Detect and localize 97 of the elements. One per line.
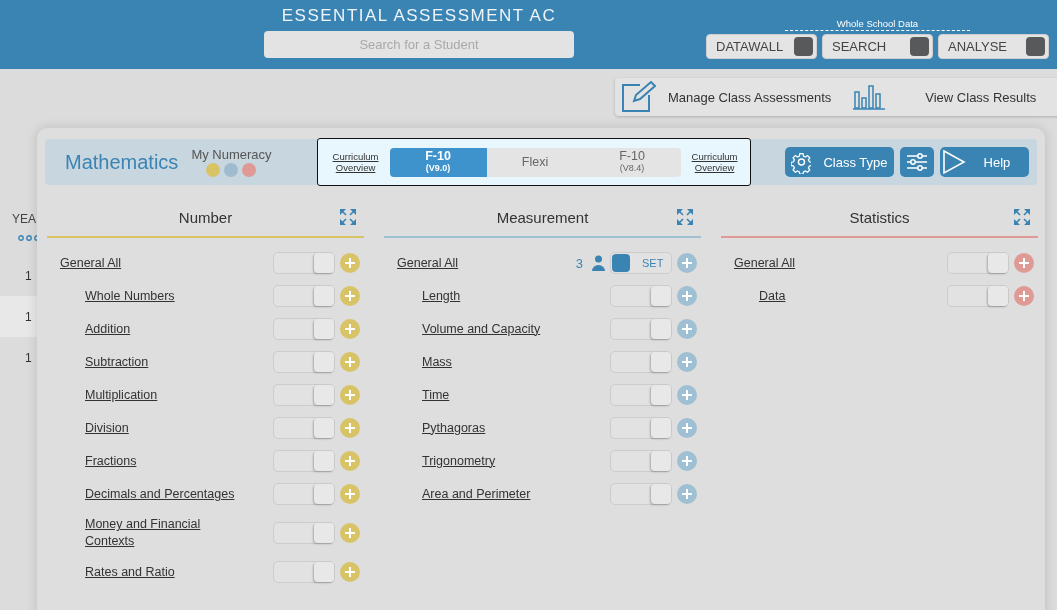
add-icon[interactable] bbox=[340, 385, 360, 405]
topic-link[interactable]: Whole Numbers bbox=[85, 287, 175, 305]
toggle-switch[interactable] bbox=[273, 450, 335, 472]
curriculum-option[interactable]: F-10 (V8.4) bbox=[583, 147, 681, 177]
program-label: My Numeracy bbox=[191, 147, 272, 162]
expand-icon[interactable] bbox=[1014, 209, 1030, 225]
expand-icon[interactable] bbox=[677, 209, 693, 225]
add-icon[interactable] bbox=[340, 352, 360, 372]
toggle-button[interactable]: DATAWALL bbox=[706, 34, 817, 59]
gear-icon bbox=[790, 150, 812, 174]
table-cell: 1 bbox=[25, 309, 32, 324]
whole-school-data-label: Whole School Data bbox=[784, 18, 971, 31]
add-icon[interactable] bbox=[340, 451, 360, 471]
topic-link[interactable]: Trigonometry bbox=[422, 452, 496, 470]
add-icon[interactable] bbox=[340, 484, 360, 504]
toggle-switch[interactable] bbox=[273, 483, 335, 505]
add-icon[interactable] bbox=[340, 562, 360, 582]
toggle-switch[interactable] bbox=[273, 351, 335, 373]
topic-link[interactable]: Mass bbox=[422, 353, 452, 371]
settings-sliders-icon bbox=[905, 152, 928, 172]
add-icon[interactable] bbox=[677, 352, 697, 372]
app-title: ESSENTIAL ASSESSMENT AC bbox=[280, 6, 558, 26]
toolbar-button[interactable]: View Class Results bbox=[853, 84, 1037, 110]
toggle-switch[interactable] bbox=[610, 450, 672, 472]
add-icon[interactable] bbox=[1014, 253, 1034, 273]
student-count: 3 bbox=[575, 255, 583, 271]
topic-link[interactable]: Length bbox=[422, 287, 461, 305]
topic-link[interactable]: General All bbox=[734, 254, 796, 272]
curriculum-option[interactable]: Flexi bbox=[486, 147, 584, 177]
toggle-switch[interactable] bbox=[610, 417, 672, 439]
table-cell: 1 bbox=[25, 268, 32, 283]
topic-link[interactable]: Fractions bbox=[85, 452, 137, 470]
topic-link[interactable]: Pythagoras bbox=[422, 419, 486, 437]
add-icon[interactable] bbox=[340, 418, 360, 438]
subject-title: Mathematics bbox=[65, 150, 179, 174]
strand-title: Measurement bbox=[496, 209, 589, 226]
add-icon[interactable] bbox=[677, 484, 697, 504]
expand-icon[interactable] bbox=[340, 209, 356, 225]
bar-chart-icon bbox=[853, 84, 886, 110]
add-icon[interactable] bbox=[340, 286, 360, 306]
topic-link[interactable]: General All bbox=[60, 254, 122, 272]
topic-link[interactable]: General All bbox=[397, 254, 459, 272]
topic-link[interactable]: Time bbox=[422, 386, 450, 404]
column-header: YEA bbox=[12, 212, 36, 226]
topic-link[interactable]: Decimals and Percentages bbox=[85, 485, 235, 503]
strand-title: Number bbox=[178, 209, 233, 226]
toggle-switch[interactable] bbox=[273, 561, 335, 583]
add-icon[interactable] bbox=[677, 253, 697, 273]
toggle-switch[interactable] bbox=[947, 252, 1009, 274]
topic-link[interactable]: Division bbox=[85, 419, 129, 437]
table-cell: 1 bbox=[25, 350, 32, 365]
topic-link[interactable]: Volume and Capacity bbox=[422, 320, 541, 338]
add-icon[interactable] bbox=[340, 253, 360, 273]
square-icon bbox=[910, 37, 929, 56]
add-icon[interactable] bbox=[677, 418, 697, 438]
add-icon[interactable] bbox=[677, 286, 697, 306]
toggle-switch[interactable] bbox=[273, 384, 335, 406]
topic-link[interactable]: Data bbox=[759, 287, 786, 305]
topic-link[interactable]: Subtraction bbox=[85, 353, 149, 371]
student-search-field[interactable]: Search for a Student bbox=[264, 31, 574, 58]
square-icon bbox=[1026, 37, 1045, 56]
toggle-switch[interactable] bbox=[947, 285, 1009, 307]
curriculum-overview-link[interactable]: Curriculum Overview bbox=[688, 151, 741, 173]
class-type-button[interactable]: Class Type bbox=[784, 147, 894, 177]
topic-link[interactable]: Rates and Ratio bbox=[85, 563, 175, 581]
toggle-switch[interactable] bbox=[273, 417, 335, 439]
add-icon[interactable] bbox=[1014, 286, 1034, 306]
settings-button[interactable] bbox=[899, 147, 934, 177]
play-icon bbox=[941, 149, 966, 175]
toggle-switch[interactable] bbox=[610, 351, 672, 373]
toggle-switch[interactable] bbox=[273, 522, 335, 544]
toggle-switch[interactable] bbox=[273, 285, 335, 307]
add-icon[interactable] bbox=[677, 451, 697, 471]
toggle-switch[interactable] bbox=[610, 483, 672, 505]
more-dots-icon[interactable] bbox=[18, 235, 40, 241]
person-icon bbox=[592, 255, 605, 271]
toggle-switch[interactable] bbox=[273, 318, 335, 340]
toggle-switch[interactable] bbox=[273, 252, 335, 274]
add-icon[interactable] bbox=[340, 319, 360, 339]
toggle-switch[interactable] bbox=[610, 384, 672, 406]
curriculum-overview-link[interactable]: Curriculum Overview bbox=[329, 151, 382, 173]
toggle-button[interactable]: SEARCH bbox=[822, 34, 933, 59]
topic-link[interactable]: Money and Financial Contexts bbox=[85, 516, 245, 550]
square-icon bbox=[794, 37, 813, 56]
topic-link[interactable]: Addition bbox=[85, 320, 131, 338]
add-icon[interactable] bbox=[677, 385, 697, 405]
toggle-switch[interactable] bbox=[610, 285, 672, 307]
toggle-switch[interactable] bbox=[610, 318, 672, 340]
topic-link[interactable]: Multiplication bbox=[85, 386, 158, 404]
edit-square-icon bbox=[620, 81, 656, 113]
toggle-button[interactable]: ANALYSE bbox=[938, 34, 1049, 59]
topic-link[interactable]: Area and Perimeter bbox=[422, 485, 531, 503]
add-icon[interactable] bbox=[677, 319, 697, 339]
strand-title: Statistics bbox=[849, 209, 910, 226]
help-button[interactable]: Help bbox=[939, 147, 1029, 177]
add-icon[interactable] bbox=[340, 523, 360, 543]
toolbar-button[interactable]: Manage Class Assessments bbox=[620, 81, 832, 113]
